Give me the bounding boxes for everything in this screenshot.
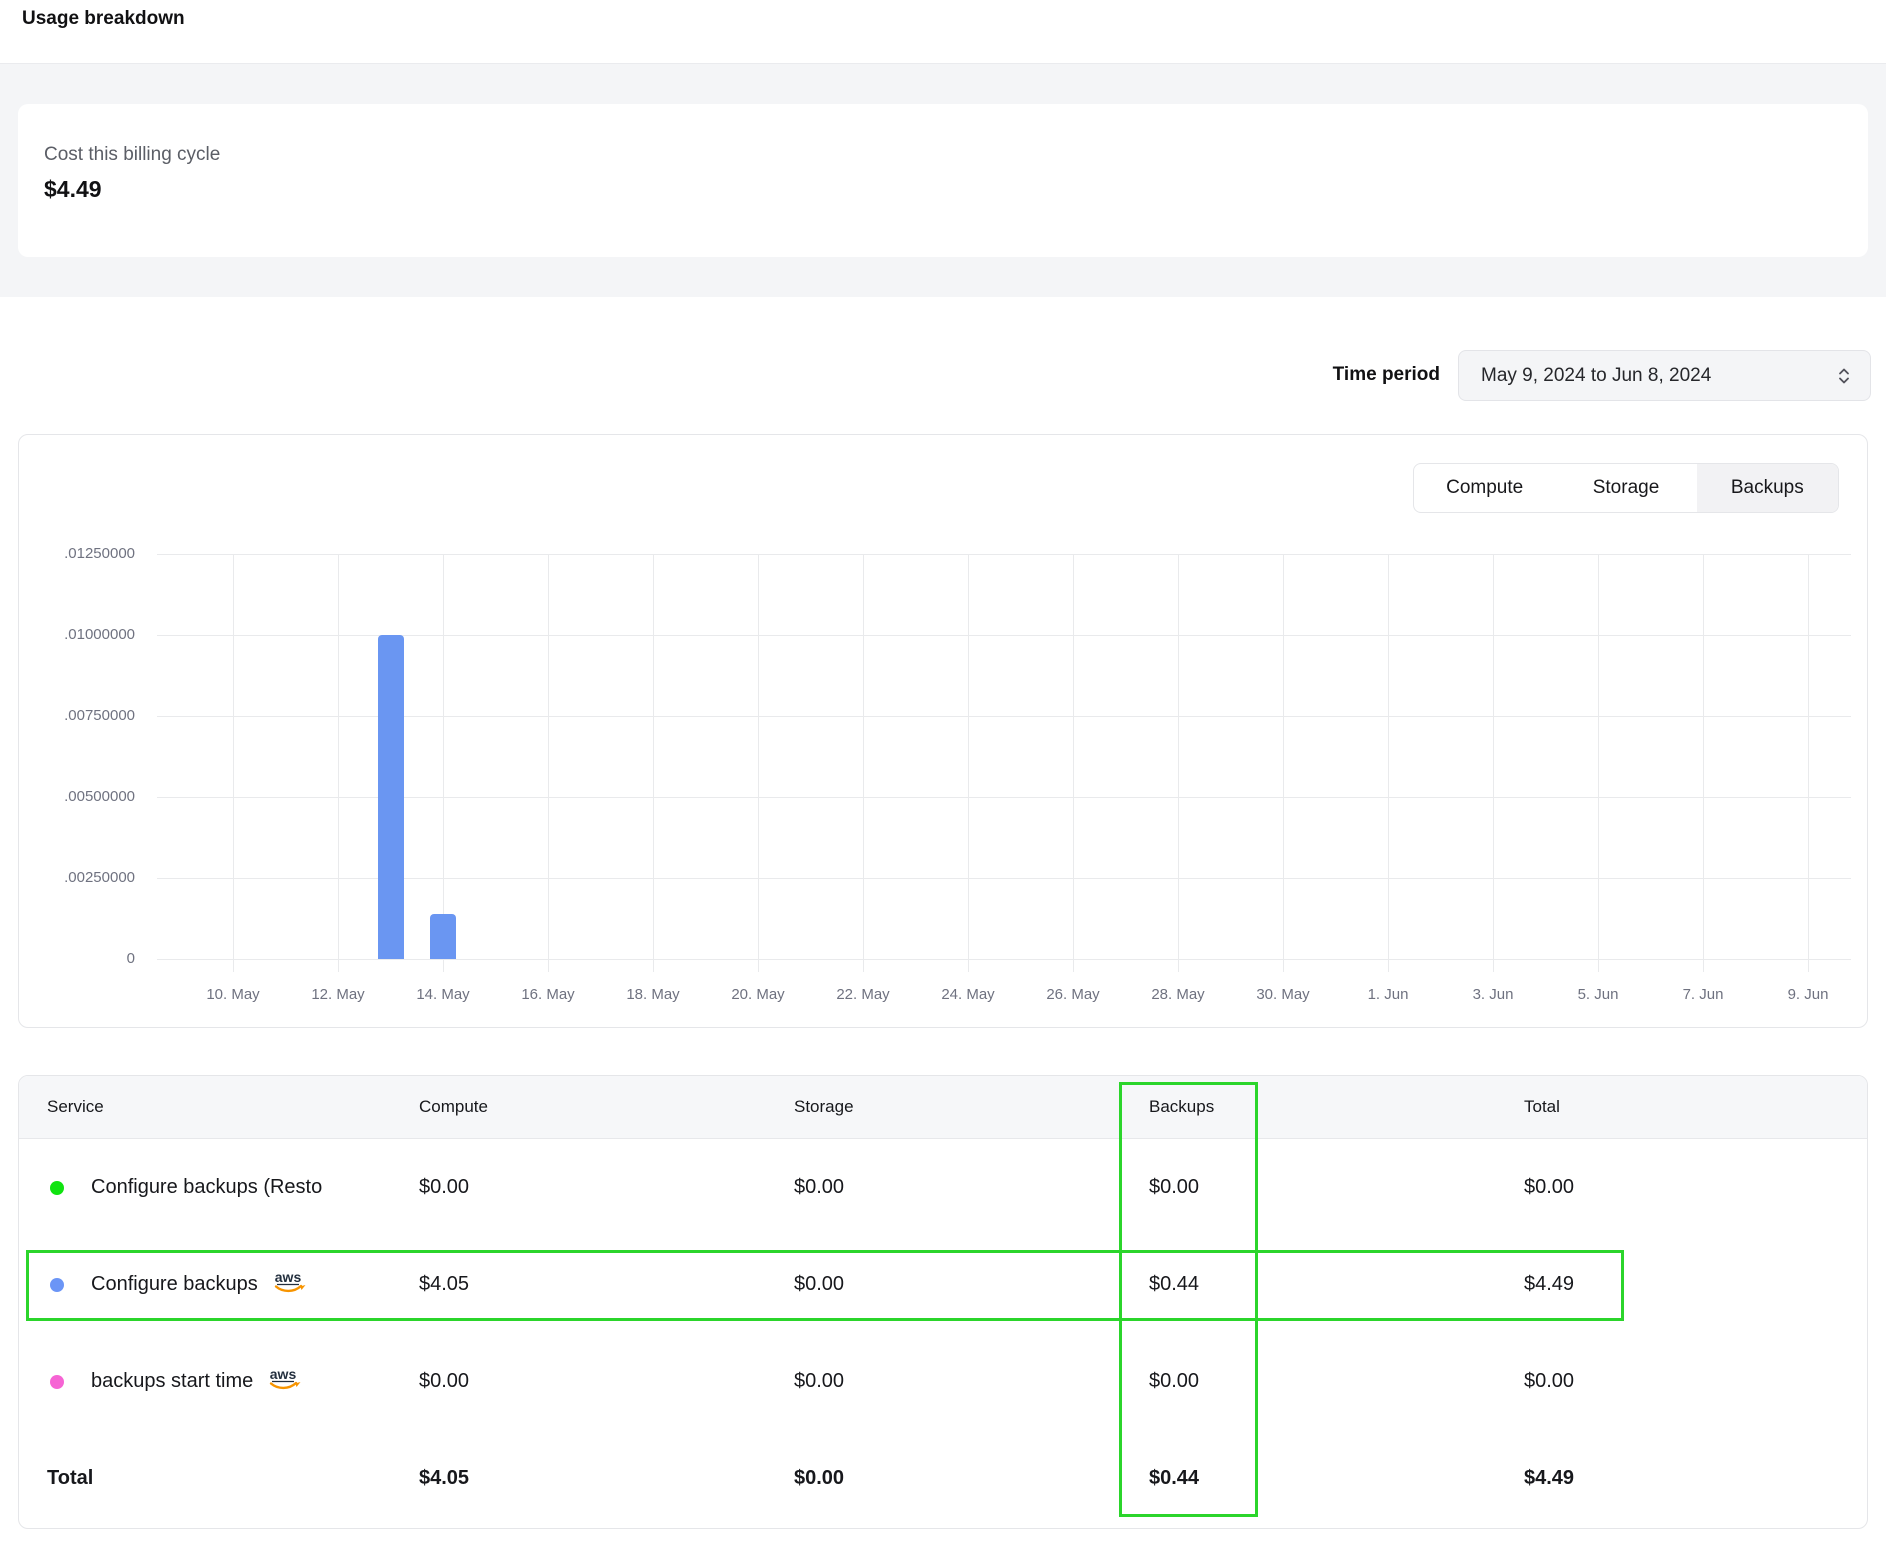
column-header-service: Service	[47, 1076, 104, 1138]
x-gridline	[443, 554, 444, 972]
x-gridline	[1178, 554, 1179, 972]
y-tick-label: .01250000	[27, 544, 135, 564]
x-gridline	[1283, 554, 1284, 972]
x-tick-label: 12. May	[286, 985, 390, 1005]
x-gridline	[1493, 554, 1494, 972]
time-period-select[interactable]: May 9, 2024 to Jun 8, 2024	[1458, 350, 1871, 401]
cell-backups: $0.00	[1149, 1139, 1199, 1236]
service-name: Configure backups (Resto	[91, 1176, 322, 1199]
cell-compute: $0.00	[419, 1139, 469, 1236]
cell-compute: $0.00	[419, 1333, 469, 1430]
billing-cycle-cost-label: Cost this billing cycle	[44, 144, 220, 166]
x-tick-label: 9. Jun	[1756, 985, 1860, 1005]
x-gridline	[863, 554, 864, 972]
usage-table-body: Configure backups (Resto$0.00$0.00$0.00$…	[19, 1139, 1867, 1527]
cell-total: $4.49	[1524, 1430, 1574, 1527]
service-color-dot	[50, 1375, 64, 1389]
y-gridline	[157, 554, 1851, 555]
cell-service: Configure backups aws	[91, 1236, 369, 1333]
cell-storage: $0.00	[794, 1139, 844, 1236]
x-tick-label: 10. May	[181, 985, 285, 1005]
x-tick-label: 26. May	[1021, 985, 1125, 1005]
time-period-label: Time period	[1280, 364, 1440, 386]
y-gridline	[157, 878, 1851, 879]
cell-backups: $0.44	[1149, 1236, 1199, 1333]
y-gridline	[157, 797, 1851, 798]
cell-storage: $0.00	[794, 1236, 844, 1333]
column-header-compute: Compute	[419, 1076, 488, 1138]
x-gridline	[1073, 554, 1074, 972]
cell-backups: $0.00	[1149, 1333, 1199, 1430]
usage-table-header: Service Compute Storage Backups Total	[19, 1076, 1867, 1139]
x-tick-label: 30. May	[1231, 985, 1335, 1005]
x-tick-label: 3. Jun	[1441, 985, 1545, 1005]
x-tick-label: 18. May	[601, 985, 705, 1005]
service-name: backups start time	[91, 1370, 253, 1393]
table-row: backups start time aws $0.00 $0.00 $0.00 $0.0…	[19, 1333, 1867, 1430]
y-tick-label: .00500000	[27, 787, 135, 807]
y-gridline	[157, 959, 1851, 960]
column-header-storage: Storage	[794, 1076, 854, 1138]
aws-icon: aws	[267, 1366, 301, 1398]
x-gridline	[758, 554, 759, 972]
x-gridline	[968, 554, 969, 972]
x-gridline	[548, 554, 549, 972]
y-gridline	[157, 635, 1851, 636]
x-tick-label: 20. May	[706, 985, 810, 1005]
cell-total: $4.49	[1524, 1236, 1574, 1333]
billing-cycle-cost-value: $4.49	[44, 176, 102, 203]
cell-service: Configure backups (Resto	[91, 1139, 369, 1236]
cell-service: backups start time aws	[91, 1333, 369, 1430]
y-tick-label: .00750000	[27, 706, 135, 726]
service-color-dot	[50, 1181, 64, 1195]
x-tick-label: 14. May	[391, 985, 495, 1005]
x-tick-label: 1. Jun	[1336, 985, 1440, 1005]
x-gridline	[1703, 554, 1704, 972]
y-gridline	[157, 716, 1851, 717]
billing-cycle-cost-card: Cost this billing cycle $4.49	[18, 104, 1868, 257]
service-color-dot	[50, 1278, 64, 1292]
svg-text:aws: aws	[275, 1269, 302, 1285]
usage-bar[interactable]	[378, 635, 404, 959]
cell-backups: $0.44	[1149, 1430, 1199, 1527]
cell-compute: $4.05	[419, 1430, 469, 1527]
usage-chart-panel: ComputeStorageBackups .01250000.01000000…	[18, 434, 1868, 1028]
chart-plot: .01250000 .01000000 .00750000 .00500000 .002…	[19, 435, 1867, 1027]
table-row: Configure backups aws $4.05 $0.00 $0.44 $4.49	[19, 1236, 1867, 1333]
y-tick-label: .00250000	[27, 868, 135, 888]
x-gridline	[338, 554, 339, 972]
usage-table: Service Compute Storage Backups Total Config…	[18, 1075, 1868, 1529]
x-gridline	[653, 554, 654, 972]
x-tick-label: 16. May	[496, 985, 600, 1005]
cell-total: $0.00	[1524, 1139, 1574, 1236]
chevron-up-down-icon	[1836, 364, 1852, 388]
x-tick-label: 7. Jun	[1651, 985, 1755, 1005]
column-header-backups: Backups	[1149, 1076, 1214, 1138]
x-gridline	[1388, 554, 1389, 972]
aws-icon: aws	[272, 1269, 306, 1301]
x-gridline	[233, 554, 234, 972]
y-tick-label: 0	[27, 949, 135, 969]
x-tick-label: 24. May	[916, 985, 1020, 1005]
time-period-value: May 9, 2024 to Jun 8, 2024	[1481, 365, 1711, 387]
cell-total: $0.00	[1524, 1333, 1574, 1430]
usage-bar[interactable]	[430, 914, 456, 959]
x-tick-label: 5. Jun	[1546, 985, 1650, 1005]
svg-text:aws: aws	[270, 1366, 297, 1382]
page-title: Usage breakdown	[22, 8, 185, 30]
service-name: Configure backups	[91, 1273, 258, 1296]
y-tick-label: .01000000	[27, 625, 135, 645]
cell-storage: $0.00	[794, 1333, 844, 1430]
table-row: Configure backups (Resto $0.00 $0.00 $0.00 $…	[19, 1139, 1867, 1236]
column-header-total: Total	[1524, 1076, 1560, 1138]
total-row-label: Total	[47, 1430, 93, 1527]
cell-storage: $0.00	[794, 1430, 844, 1527]
x-tick-label: 28. May	[1126, 985, 1230, 1005]
table-total-row: Total $4.05 $0.00 $0.44 $4.49	[19, 1430, 1867, 1527]
cell-compute: $4.05	[419, 1236, 469, 1333]
x-gridline	[1808, 554, 1809, 972]
x-gridline	[1598, 554, 1599, 972]
summary-band: Cost this billing cycle $4.49	[0, 63, 1886, 297]
x-tick-label: 22. May	[811, 985, 915, 1005]
